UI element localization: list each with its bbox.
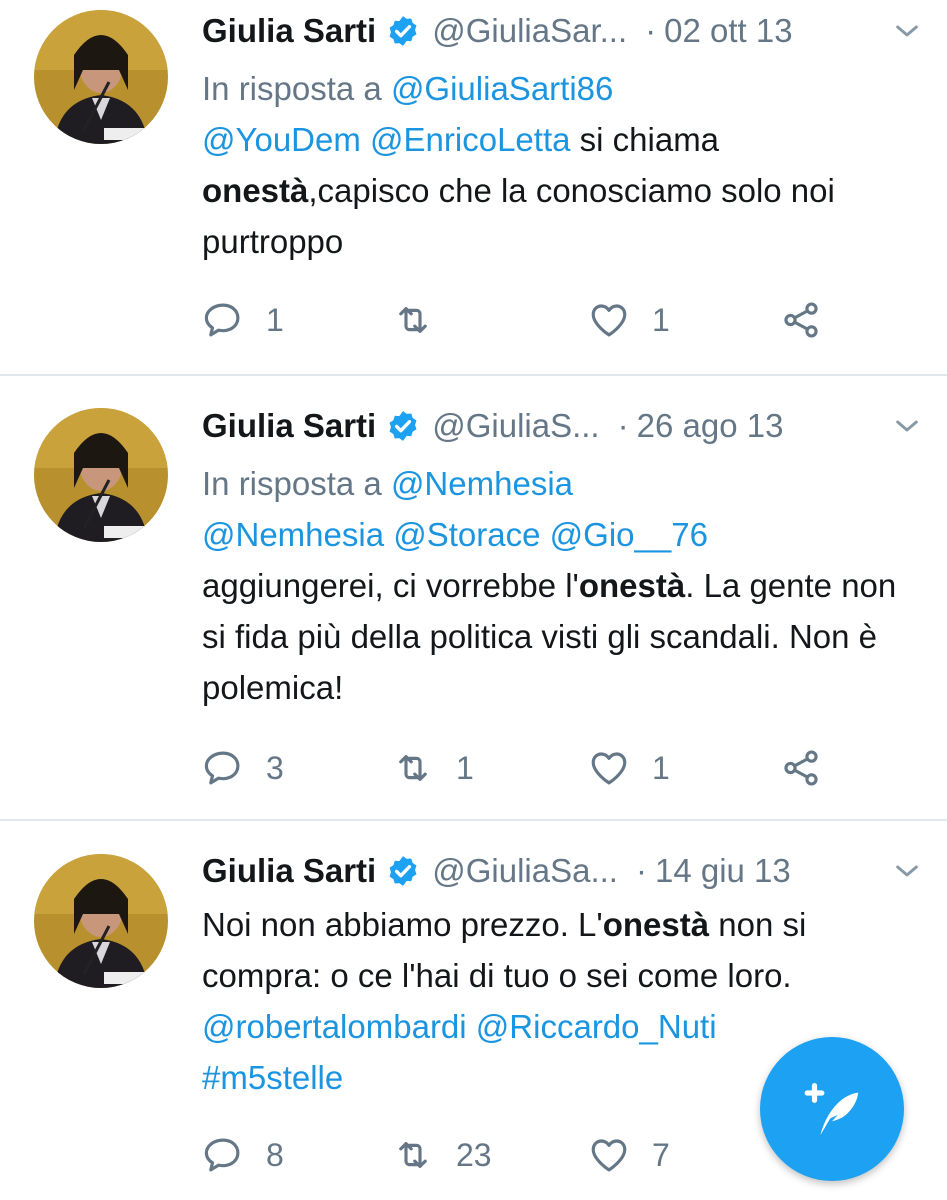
user-name[interactable]: Giulia Sarti (202, 407, 376, 445)
mention-link[interactable]: @EnricoLetta (370, 121, 570, 158)
tweet-text: In risposta a @Nemhesia @Nemhesia @Stora… (202, 458, 907, 713)
mention-link[interactable]: @Riccardo_Nuti (476, 1008, 717, 1045)
text-segment: si chiama (570, 121, 720, 158)
user-handle[interactable]: @GiuliaSa... (432, 852, 618, 890)
like-icon (591, 1139, 627, 1172)
retweet-button[interactable] (392, 298, 456, 342)
retweet-button[interactable]: 1 (392, 746, 474, 790)
reply-button[interactable]: 1 (202, 298, 284, 342)
bold-keyword: onestà (602, 906, 710, 943)
user-handle[interactable]: @GiuliaSar... (432, 12, 627, 50)
mention-link[interactable]: @Gio__76 (550, 516, 708, 553)
mention-link[interactable]: @robertalombardi (202, 1008, 467, 1045)
like-icon (591, 752, 627, 785)
user-handle[interactable]: @GiuliaS... (432, 407, 599, 445)
tweet-1[interactable]: Giulia Sarti @GiuliaSar... · 02 ott 13 I… (0, 0, 947, 374)
reply-label: In risposta a (202, 70, 382, 107)
like-button[interactable]: 1 (588, 746, 670, 790)
like-button[interactable]: 1 (588, 298, 670, 342)
share-icon (784, 750, 818, 786)
retweet-icon (399, 1142, 427, 1168)
tweet-actions: 3 1 1 (202, 746, 842, 790)
bold-keyword: onestà (578, 567, 686, 604)
tweet-text: In risposta a @GiuliaSarti86 @YouDem @En… (202, 63, 907, 267)
avatar[interactable] (34, 854, 168, 988)
tweet-2[interactable]: Giulia Sarti @GiuliaS... · 26 ago 13 In … (0, 376, 947, 819)
user-name[interactable]: Giulia Sarti (202, 852, 376, 890)
bold-keyword: onestà (202, 172, 309, 209)
chevron-down-icon[interactable] (891, 855, 923, 887)
retweet-count: 1 (456, 749, 474, 786)
tweet-actions: 1 1 (202, 298, 842, 342)
user-name[interactable]: Giulia Sarti (202, 12, 376, 50)
reply-label: In risposta a (202, 465, 382, 502)
reply-button[interactable]: 3 (202, 746, 284, 790)
text-segment: aggiungerei, ci vorrebbe l' (202, 567, 579, 604)
reply-icon (204, 751, 240, 785)
reply-to-link[interactable]: @GiuliaSarti86 (391, 70, 613, 107)
verified-icon (389, 856, 417, 886)
retweet-count: 23 (456, 1136, 492, 1173)
compose-tweet-button[interactable] (760, 1037, 904, 1181)
mention-link[interactable]: @Storace (393, 516, 540, 553)
retweet-icon (399, 307, 427, 333)
reply-count: 8 (266, 1136, 284, 1173)
reply-to-link[interactable]: @Nemhesia (391, 465, 573, 502)
compose-tweet-icon (804, 1083, 859, 1136)
mention-link[interactable]: @YouDem (202, 121, 361, 158)
retweet-button[interactable]: 23 (392, 1133, 492, 1177)
share-button[interactable] (780, 746, 822, 790)
like-button[interactable]: 7 (588, 1133, 670, 1177)
tweet-date[interactable]: 02 ott 13 (664, 12, 792, 50)
verified-icon (389, 411, 417, 441)
like-count: 1 (652, 749, 670, 786)
tweet-actions: 8 23 7 (202, 1133, 842, 1177)
share-button[interactable] (780, 298, 822, 342)
separator-dot: · (617, 407, 629, 444)
share-icon (784, 302, 818, 338)
tweet-date[interactable]: 26 ago 13 (637, 407, 784, 445)
separator-dot: · (645, 12, 657, 49)
reply-count: 3 (266, 749, 284, 786)
like-count: 7 (652, 1136, 670, 1173)
hashtag-link[interactable]: #m5stelle (202, 1059, 343, 1096)
like-icon (591, 304, 627, 337)
avatar[interactable] (34, 408, 168, 542)
avatar[interactable] (34, 10, 168, 144)
text-segment: Noi non abbiamo prezzo. L' (202, 906, 603, 943)
reply-count: 1 (266, 301, 284, 338)
tweet-date[interactable]: 14 giu 13 (655, 852, 791, 890)
separator-dot: · (635, 852, 647, 889)
mention-link[interactable]: @Nemhesia (202, 516, 384, 553)
reply-icon (204, 303, 240, 337)
reply-button[interactable]: 8 (202, 1133, 284, 1177)
reply-icon (204, 1138, 240, 1172)
chevron-down-icon[interactable] (891, 15, 923, 47)
chevron-down-icon[interactable] (891, 410, 923, 442)
retweet-icon (399, 755, 427, 781)
like-count: 1 (652, 301, 670, 338)
verified-icon (389, 16, 417, 46)
